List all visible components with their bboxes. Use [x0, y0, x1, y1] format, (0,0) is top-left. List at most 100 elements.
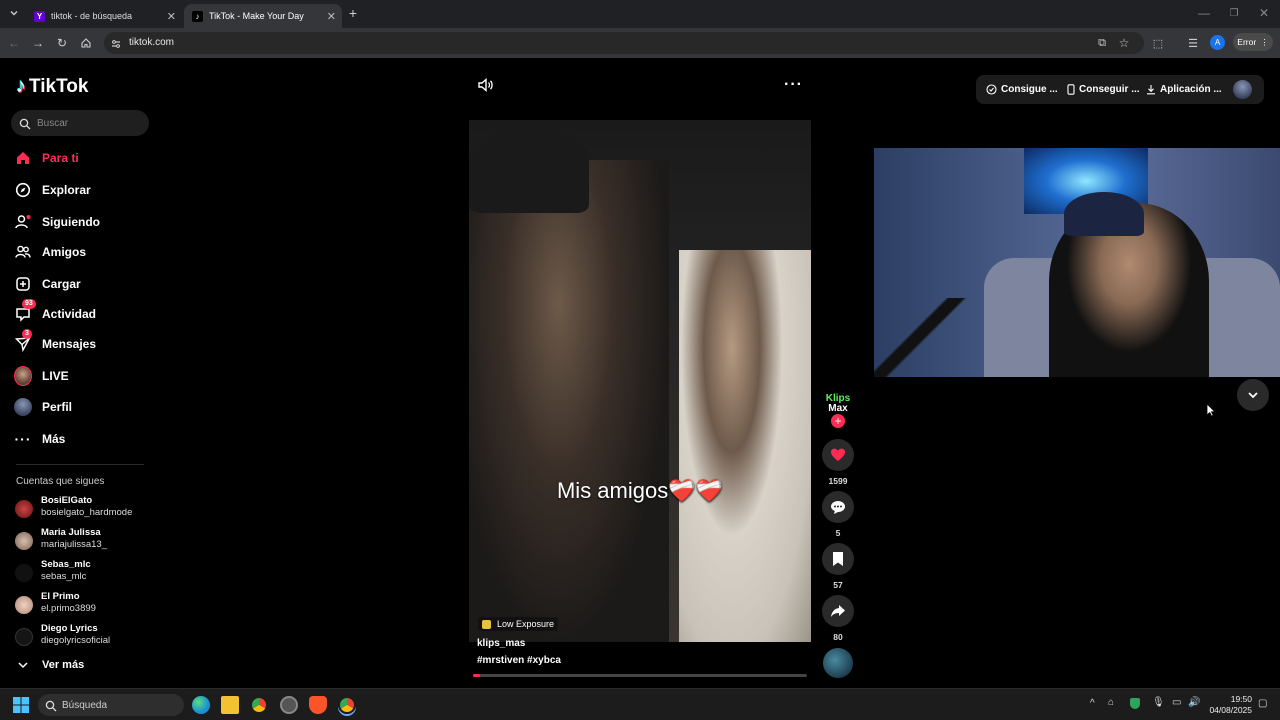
desktop-app-label: Aplicación ...	[1160, 84, 1222, 95]
url-text[interactable]: tiktok.com	[129, 37, 174, 48]
avatar	[15, 532, 33, 550]
notifications-icon[interactable]: ▢	[1258, 698, 1267, 709]
close-tab-icon[interactable]: ✕	[167, 10, 176, 23]
see-more-label: Ver más	[42, 659, 85, 671]
music-disc[interactable]	[823, 648, 853, 678]
home-icon[interactable]	[78, 35, 94, 51]
edge-icon[interactable]	[192, 696, 210, 714]
chevron-down-icon	[14, 656, 32, 674]
avatar	[15, 500, 33, 518]
nav-item-mas[interactable]: ··· Más	[14, 428, 66, 450]
comment-count: 5	[835, 528, 841, 538]
new-tab-icon[interactable]: +	[345, 5, 361, 21]
file-explorer-icon[interactable]	[221, 696, 239, 714]
tiktok-logo[interactable]: ♪ TikTok	[16, 75, 88, 98]
video-caption: Mis amigos❤️‍🩹❤️‍🩹	[556, 478, 724, 503]
profile-avatar[interactable]: A	[1210, 35, 1225, 50]
site-info-icon[interactable]	[110, 37, 122, 49]
mouse-cursor	[1206, 403, 1216, 417]
nav-item-explorar[interactable]: Explorar	[14, 179, 91, 201]
comment-icon	[831, 501, 845, 514]
windows-start-icon[interactable]	[13, 697, 29, 713]
nav-item-cargar[interactable]: Cargar	[14, 273, 81, 295]
next-video-button[interactable]	[1237, 379, 1269, 411]
like-count: 1599	[828, 476, 848, 486]
tab-search-icon[interactable]	[6, 5, 22, 21]
messages-badge: 3	[22, 329, 32, 339]
speaker-icon[interactable]: 🔊	[1188, 697, 1200, 708]
get-coins-button[interactable]: Consigue ...	[986, 84, 1058, 95]
account-handle: diegolyricsoficial	[41, 635, 111, 646]
chrome-profile-icon[interactable]	[338, 696, 356, 714]
like-button[interactable]	[822, 439, 854, 471]
more-options-icon[interactable]: ···	[784, 76, 803, 94]
get-app-button[interactable]: Conseguir ...	[1067, 84, 1140, 95]
video-person-left-cap	[469, 128, 589, 213]
tiktok-icon: ♪	[192, 10, 203, 22]
logo-text: TikTok	[29, 75, 89, 97]
share-button[interactable]	[822, 595, 854, 627]
save-count: 57	[833, 580, 843, 590]
tray-chevron-icon[interactable]: ^	[1090, 698, 1095, 709]
home-icon	[14, 149, 32, 167]
account-handle: sebas_mlc	[41, 571, 87, 582]
tab-title: tiktok - de búsqueda	[51, 11, 133, 21]
bookmark-star-icon[interactable]: ☆	[1116, 35, 1132, 51]
account-name: BosiElGato	[41, 495, 93, 506]
steam-icon[interactable]	[280, 696, 298, 714]
back-icon[interactable]: ←	[6, 35, 22, 51]
save-button[interactable]	[822, 543, 854, 575]
video-progress-bar[interactable]	[473, 674, 807, 677]
account-name: Maria Julissa	[41, 527, 101, 538]
close-window-icon[interactable]: ✕	[1256, 5, 1272, 21]
search-input[interactable]: Buscar	[11, 110, 149, 136]
tab-tiktok[interactable]: ♪ TikTok - Make Your Day ✕	[184, 4, 342, 28]
minimize-icon[interactable]: —	[1196, 5, 1212, 21]
tiktok-note-icon: ♪	[16, 75, 26, 97]
volume-icon[interactable]	[476, 76, 494, 94]
nav-item-live[interactable]: LIVE	[14, 365, 69, 387]
close-tab-icon[interactable]: ✕	[327, 10, 336, 23]
nav-label: Amigos	[42, 245, 87, 259]
nav-item-actividad[interactable]: 93 Actividad	[14, 299, 96, 325]
comment-button[interactable]	[822, 491, 854, 523]
taskbar-clock[interactable]: 19:50 04/08/2025	[1208, 694, 1252, 716]
nav-item-mensajes[interactable]: 3 Mensajes	[14, 329, 96, 355]
shield-icon[interactable]	[1130, 698, 1140, 709]
taskbar-search[interactable]: Búsqueda	[38, 694, 184, 716]
usb-icon[interactable]: ⌂	[1108, 697, 1114, 708]
reload-icon[interactable]: ↻	[54, 35, 70, 51]
network-icon[interactable]: ▭	[1172, 697, 1181, 708]
video-author[interactable]: klips_mas	[477, 638, 525, 649]
live-icon	[14, 366, 32, 386]
activity-icon: 93	[14, 299, 36, 323]
tab-title: TikTok - Make Your Day	[209, 11, 304, 21]
download-icon	[1147, 85, 1155, 95]
search-icon	[19, 117, 31, 130]
video-hashtags[interactable]: #mrstiven #xybca	[477, 655, 561, 666]
nav-item-para-ti[interactable]: Para ti	[14, 147, 79, 169]
video-player[interactable]	[469, 120, 811, 642]
user-avatar[interactable]	[1233, 80, 1252, 99]
nav-item-amigos[interactable]: Amigos	[14, 241, 86, 263]
see-more-button[interactable]: Ver más	[14, 654, 84, 676]
share-count: 80	[833, 632, 843, 642]
restore-icon[interactable]: ❐	[1226, 5, 1242, 21]
low-exposure-label[interactable]: Low Exposure	[478, 617, 559, 631]
creator-logo-line2: Max	[828, 403, 848, 414]
nav-item-perfil[interactable]: Perfil	[14, 396, 72, 418]
address-bar[interactable]	[104, 32, 1144, 54]
brave-icon[interactable]	[309, 696, 327, 714]
desktop-app-button[interactable]: Aplicación ...	[1146, 84, 1222, 95]
cast-icon[interactable]: ⧉	[1094, 35, 1110, 51]
follow-plus-button[interactable]: +	[831, 414, 845, 428]
microphone-icon[interactable]: 🎙	[1152, 697, 1165, 708]
tab-yahoo-search[interactable]: Y tiktok - de búsqueda ✕	[26, 4, 182, 28]
extensions-icon[interactable]: ⬚	[1150, 35, 1166, 51]
nav-label: Perfil	[42, 400, 73, 414]
chrome-icon[interactable]	[250, 696, 268, 714]
error-button[interactable]: Error ⋮	[1233, 33, 1273, 51]
nav-item-siguiendo[interactable]: Siguiendo	[14, 211, 100, 233]
reading-list-icon[interactable]: ☰	[1185, 35, 1201, 51]
forward-icon[interactable]: →	[30, 35, 46, 51]
